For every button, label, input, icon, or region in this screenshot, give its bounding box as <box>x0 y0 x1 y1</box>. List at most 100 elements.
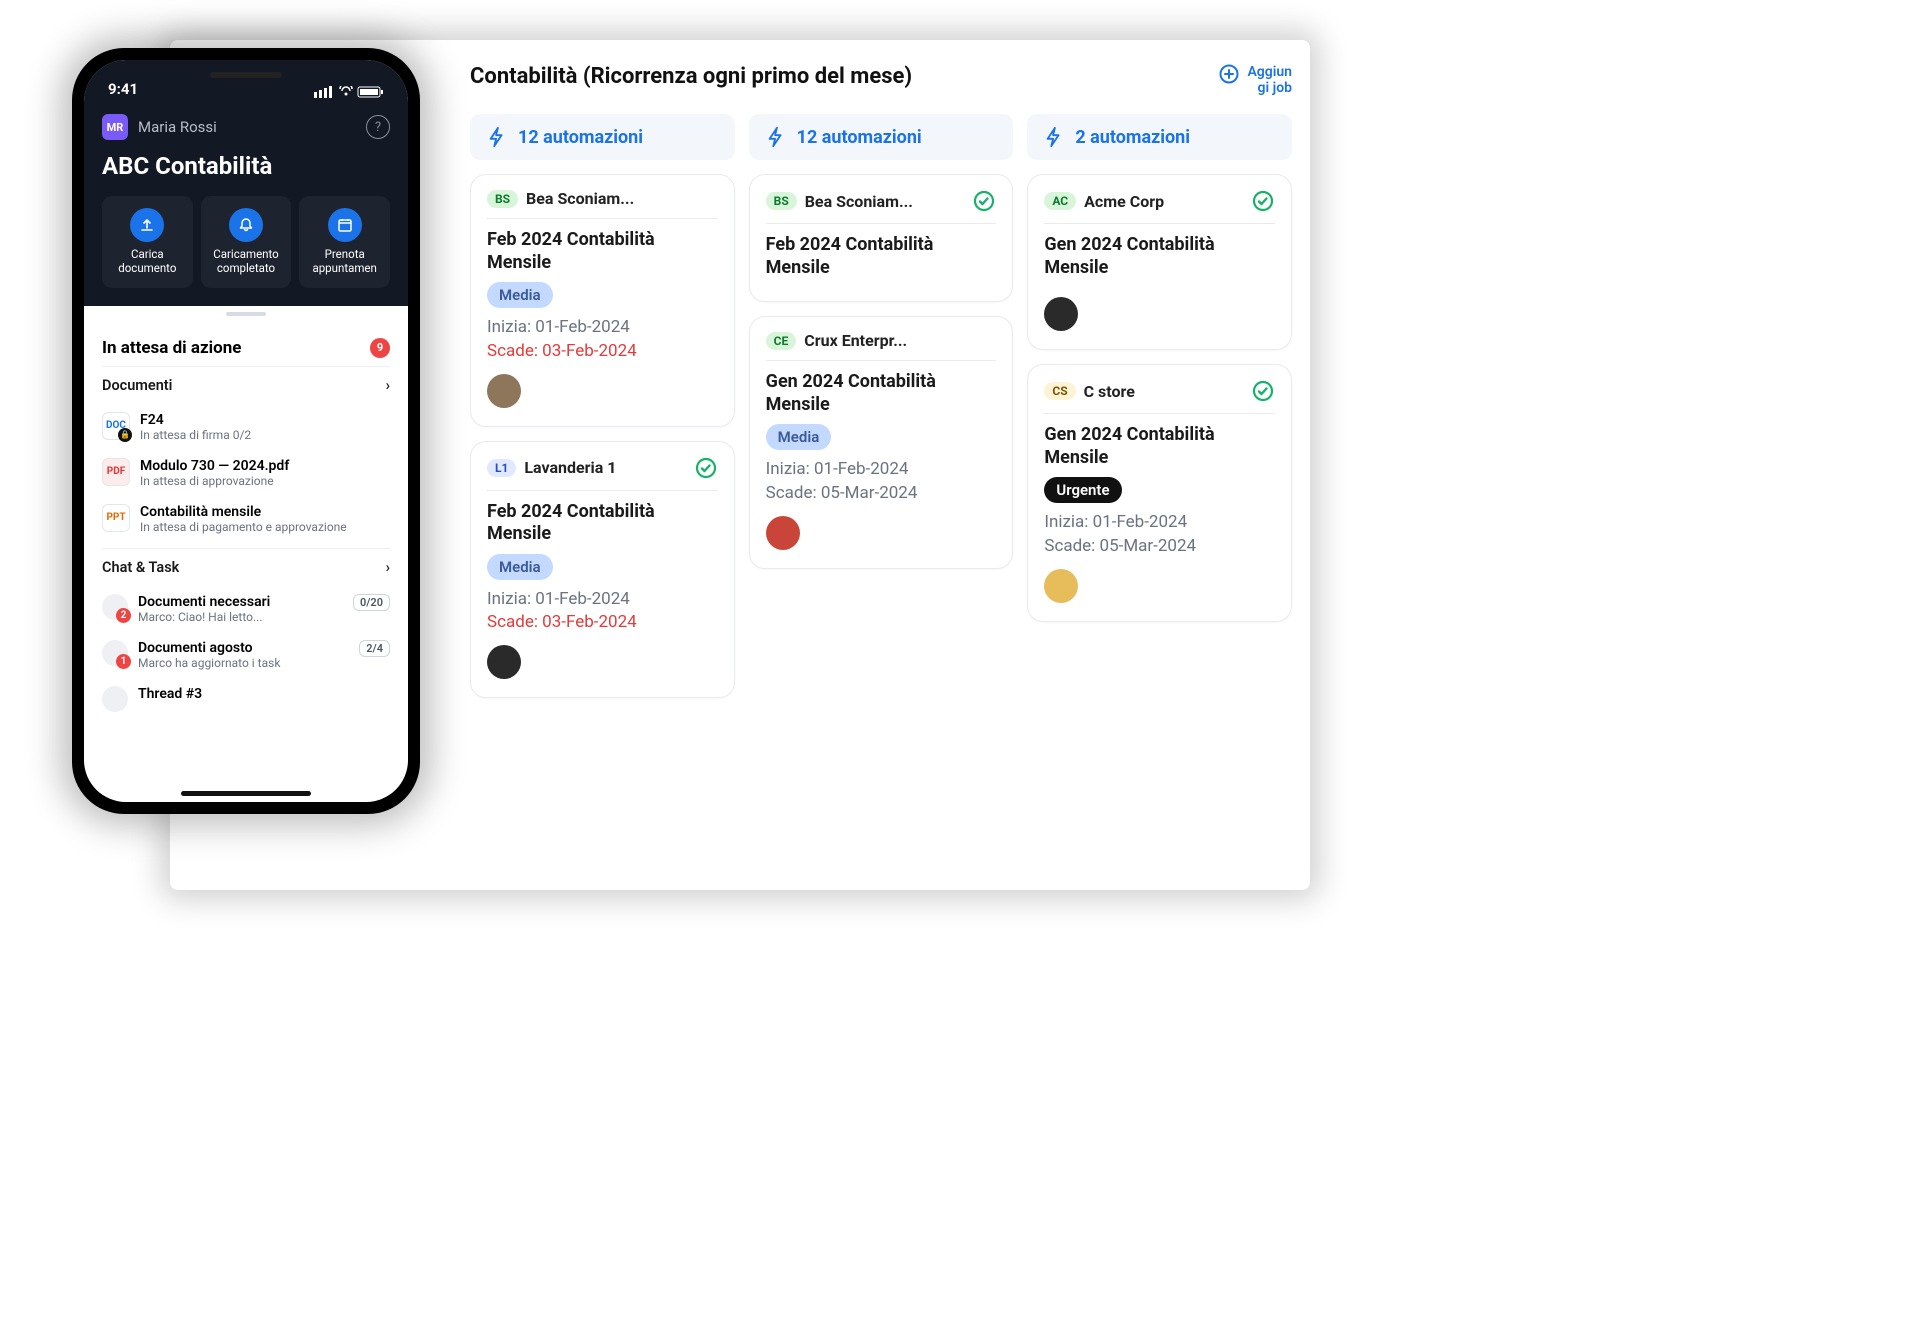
doc-title: Modulo 730 — 2024.pdf <box>140 458 390 474</box>
firm-title: ABC Contabilità <box>102 152 390 180</box>
due-date: Scade: 03-Feb-2024 <box>487 340 718 364</box>
phone-notch <box>210 72 282 78</box>
chat-task-section[interactable]: Chat & Task › <box>102 548 390 586</box>
check-circle-icon <box>694 456 718 480</box>
bolt-icon <box>765 126 787 148</box>
priority-pill: Media <box>766 424 832 450</box>
chevron-right-icon: › <box>386 377 390 394</box>
chat-bubble-icon: 1 <box>102 640 128 666</box>
assignee-avatar[interactable] <box>487 645 521 679</box>
chevron-right-icon: › <box>386 559 390 576</box>
action-label: Carica documento <box>108 248 187 276</box>
upload-icon <box>130 208 164 242</box>
chat-bubble-icon <box>102 686 128 712</box>
documents-section[interactable]: Documenti › <box>102 366 390 404</box>
action-label: Prenota appuntamen <box>305 248 384 276</box>
chat-task-label: Chat & Task <box>102 559 179 576</box>
add-job-label: Aggiun gi job <box>1247 64 1292 96</box>
chat-preview: Marco: Ciao! Hai letto... <box>138 610 343 624</box>
file-icon: PPT <box>102 504 130 532</box>
job-card[interactable]: ACAcme CorpGen 2024 Contabilità Mensile <box>1027 174 1292 350</box>
due-date: Scade: 03-Feb-2024 <box>487 611 718 635</box>
column-header[interactable]: 12 automazioni <box>749 114 1014 160</box>
document-row[interactable]: PPT Contabilità mensileIn attesa di pagam… <box>102 496 390 542</box>
chat-bubble-icon: 2 <box>102 594 128 620</box>
status-time: 9:41 <box>108 80 138 98</box>
doc-status: In attesa di firma 0/2 <box>140 428 390 442</box>
calendar-icon <box>328 208 362 242</box>
client-name: Crux Enterpr... <box>804 331 996 350</box>
job-title: Gen 2024 Contabilità Mensile <box>1044 424 1275 469</box>
mobile-mockup: 9:41 MR Maria Rossi ? ABC Contabilità Ca… <box>72 48 420 814</box>
client-name: Lavanderia 1 <box>524 458 685 477</box>
file-icon: PDF <box>102 458 130 486</box>
client-name: Bea Sconiam... <box>526 189 718 208</box>
bolt-icon <box>1043 126 1065 148</box>
home-indicator[interactable] <box>181 791 311 796</box>
client-tag: CS <box>1044 382 1075 400</box>
due-date: Scade: 05-Mar-2024 <box>1044 535 1275 559</box>
file-icon: DOC🔒 <box>102 412 130 440</box>
document-row[interactable]: PDF Modulo 730 — 2024.pdfIn attesa di app… <box>102 450 390 496</box>
priority-pill: Media <box>487 554 553 580</box>
doc-title: F24 <box>140 412 390 428</box>
client-tag: CE <box>766 332 797 350</box>
client-name: Acme Corp <box>1084 192 1243 211</box>
status-bar: 9:41 <box>84 60 408 100</box>
job-card[interactable]: BSBea Sconiam...Feb 2024 Contabilità Men… <box>749 174 1014 302</box>
chat-row[interactable]: 2 Documenti necessariMarco: Ciao! Hai let… <box>102 586 390 632</box>
start-date: Inizia: 01-Feb-2024 <box>487 316 718 340</box>
client-tag: BS <box>487 190 518 208</box>
user-name: Maria Rossi <box>138 118 356 136</box>
unread-badge: 1 <box>116 654 131 669</box>
board-column: 2 automazioni AC Acme Corp Gen 2024 Contabi… <box>1027 114 1292 698</box>
documents-label: Documenti <box>102 377 172 394</box>
action-calendar[interactable]: Prenota appuntamen <box>299 196 390 288</box>
pending-count-badge: 9 <box>370 338 390 358</box>
assignee-avatar[interactable] <box>766 516 800 550</box>
unread-badge: 2 <box>116 608 131 623</box>
help-icon[interactable]: ? <box>366 115 390 139</box>
check-circle-icon <box>1251 379 1275 403</box>
user-avatar[interactable]: MR <box>102 114 128 140</box>
check-circle-icon <box>1251 189 1275 213</box>
client-name: Bea Sconiam... <box>805 192 965 211</box>
chat-row[interactable]: Thread #3 <box>102 678 390 720</box>
priority-pill: Media <box>487 282 553 308</box>
job-card[interactable]: CSC storeGen 2024 Contabilità MensileUrg… <box>1027 364 1292 622</box>
job-title: Feb 2024 Contabilità Mensile <box>487 501 718 546</box>
assignee-avatar[interactable] <box>487 374 521 408</box>
action-upload[interactable]: Carica documento <box>102 196 193 288</box>
bell-icon <box>229 208 263 242</box>
client-tag: AC <box>1044 192 1076 210</box>
check-circle-icon <box>972 189 996 213</box>
add-job-button[interactable]: Aggiun gi job <box>1219 64 1292 96</box>
job-card[interactable]: L1Lavanderia 1Feb 2024 Contabilità Mensi… <box>470 441 735 699</box>
assignee-avatar[interactable] <box>1044 569 1078 603</box>
chat-title: Documenti agosto <box>138 640 349 656</box>
progress-pill: 0/20 <box>353 594 390 611</box>
doc-status: In attesa di approvazione <box>140 474 390 488</box>
column-header[interactable]: 2 automazioni <box>1027 114 1292 160</box>
pending-title: In attesa di azione <box>102 338 241 358</box>
doc-status: In attesa di pagamento e approvazione <box>140 520 390 534</box>
start-date: Inizia: 01-Feb-2024 <box>487 588 718 612</box>
action-bell[interactable]: Caricamento completato <box>201 196 292 288</box>
automations-count: 12 automazioni <box>518 127 643 148</box>
client-name: C store <box>1084 382 1243 401</box>
status-indicators <box>314 86 384 98</box>
chat-title: Documenti necessari <box>138 594 343 610</box>
client-tag: BS <box>766 192 797 210</box>
column-header[interactable]: 12 automazioni <box>470 114 735 160</box>
due-date: Scade: 05-Mar-2024 <box>766 482 997 506</box>
chat-row[interactable]: 1 Documenti agostoMarco ha aggiornato i t… <box>102 632 390 678</box>
job-card[interactable]: CECrux Enterpr...Gen 2024 Contabilità Me… <box>749 316 1014 569</box>
job-card[interactable]: BSBea Sconiam...Feb 2024 Contabilità Men… <box>470 174 735 427</box>
document-row[interactable]: DOC🔒 F24In attesa di firma 0/2 <box>102 404 390 450</box>
chat-preview: Marco ha aggiornato i task <box>138 656 349 670</box>
lock-icon: 🔒 <box>118 428 132 442</box>
assignee-avatar[interactable] <box>1044 297 1078 331</box>
progress-pill: 2/4 <box>359 640 390 657</box>
doc-title: Contabilità mensile <box>140 504 390 520</box>
automations-count: 2 automazioni <box>1075 127 1190 148</box>
